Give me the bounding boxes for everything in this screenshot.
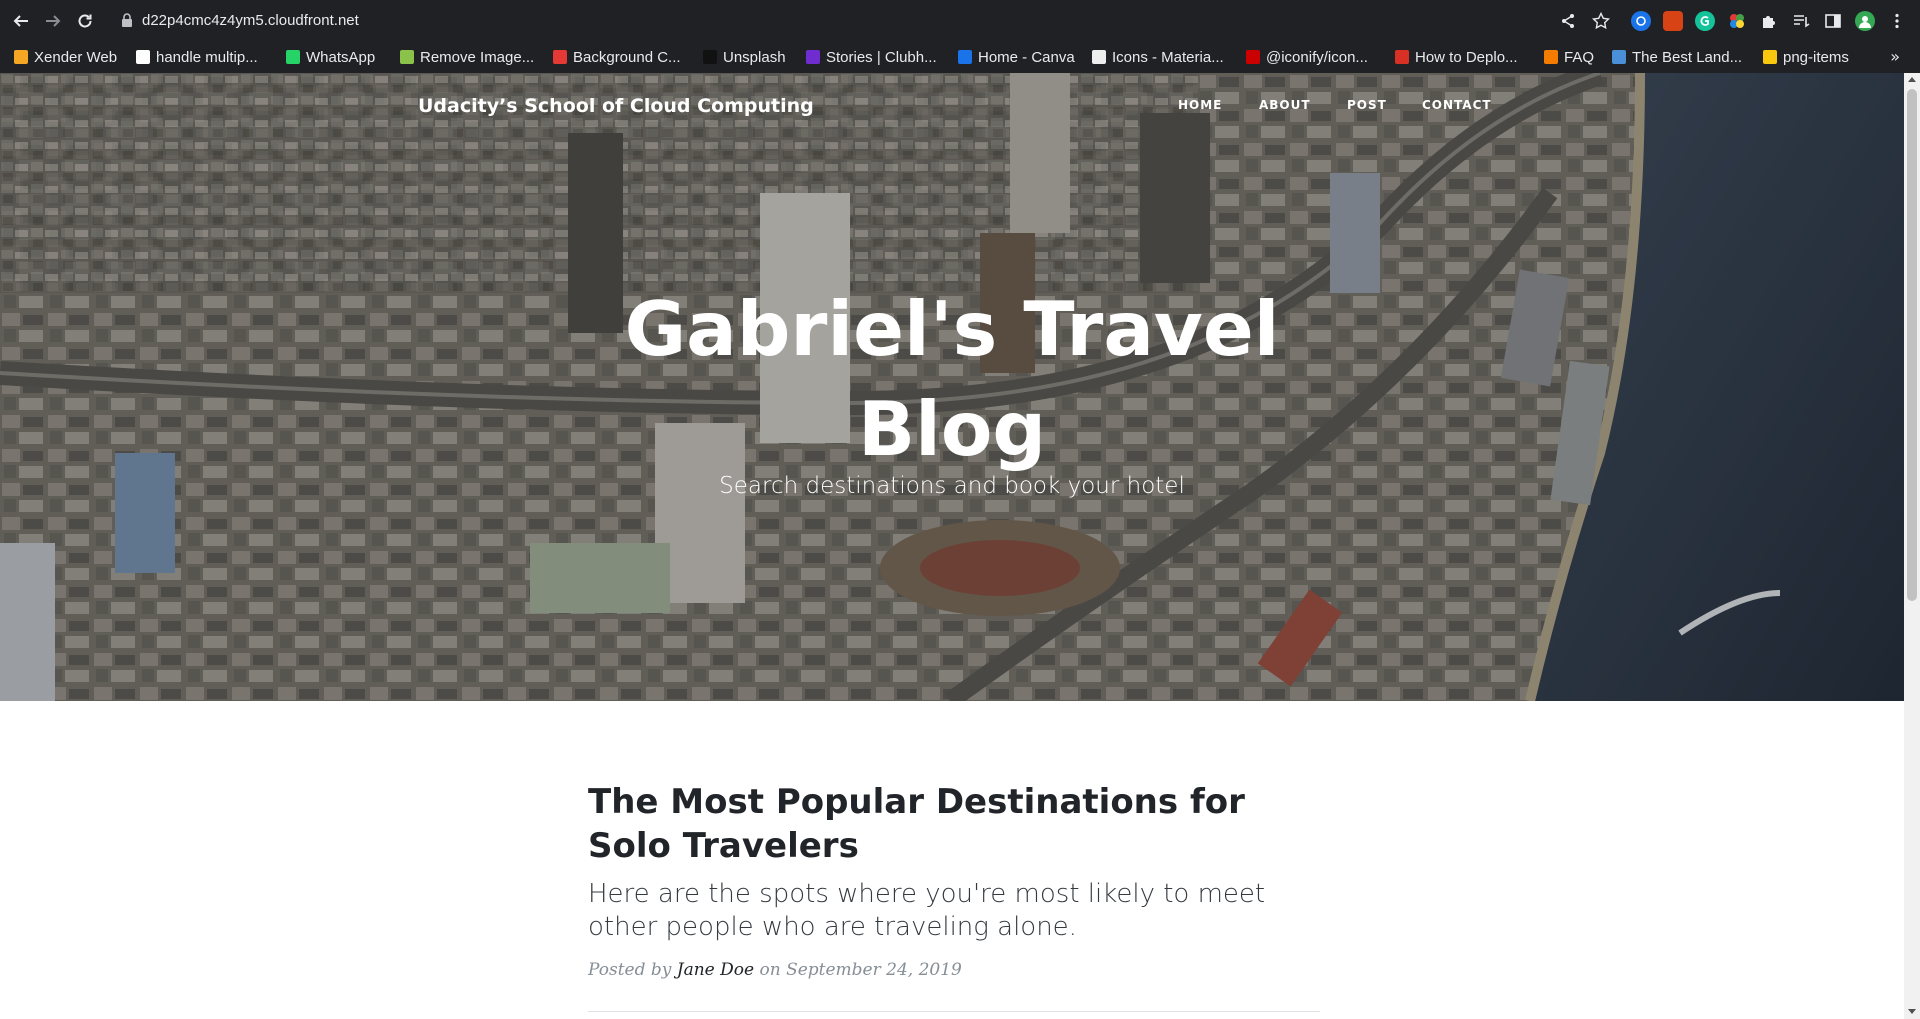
reload-button[interactable] [72, 8, 98, 34]
scroll-up-arrow-icon[interactable] [1908, 77, 1916, 82]
page-scrollbar[interactable] [1904, 73, 1920, 1019]
bookmark-label: Home - Canva [978, 48, 1075, 66]
bookmark-item[interactable]: Background C... [553, 41, 681, 73]
landing-icon [1612, 50, 1626, 64]
clubhouse-icon [806, 50, 820, 64]
canva-icon [958, 50, 972, 64]
bookmark-item[interactable]: handle multip... [136, 41, 258, 73]
bookmark-label: WhatsApp [306, 48, 376, 66]
browser-toolbar: d22p4cmc4z4ym5.cloudfront.net [0, 0, 1920, 41]
nav-link-contact[interactable]: CONTACT [1422, 98, 1492, 112]
bookmark-label: How to Deplo... [1415, 48, 1518, 66]
lock-icon [122, 13, 132, 27]
post-author-link[interactable]: Jane Doe [677, 960, 754, 980]
extensions-puzzle-icon[interactable] [1759, 11, 1779, 31]
grammarly-icon[interactable] [1695, 11, 1715, 31]
post-date: September 24, 2019 [786, 960, 962, 980]
side-panel-icon[interactable] [1823, 11, 1843, 31]
bookmark-label: Icons - Materia... [1112, 48, 1224, 66]
bookmark-item[interactable]: Stories | Clubh... [806, 41, 937, 73]
bookmark-label: Unsplash [723, 48, 786, 66]
material-icon [1092, 50, 1106, 64]
bookmarks-bar: » Xender Web handle multip... WhatsApp Remo… [0, 41, 1920, 73]
address-bar[interactable]: d22p4cmc4z4ym5.cloudfront.net [112, 5, 1572, 36]
profile-avatar-icon[interactable] [1855, 11, 1875, 31]
reload-icon [78, 14, 92, 28]
whatsapp-icon [286, 50, 300, 64]
post-divider [588, 1011, 1320, 1012]
nav-link-post[interactable]: POST [1347, 98, 1387, 112]
bookmark-label: Remove Image... [420, 48, 535, 66]
post-meta: Posted by Jane Doe on September 24, 2019 [588, 960, 1320, 980]
bookmark-label: handle multip... [156, 48, 258, 66]
png-items-icon [1763, 50, 1777, 64]
bookmark-label: png-items [1783, 48, 1849, 66]
bookmark-item[interactable]: Home - Canva [958, 41, 1075, 73]
unsplash-icon [703, 50, 717, 64]
npm-icon [1246, 50, 1260, 64]
hero-title-line-1: Gabriel's Travel [624, 285, 1280, 373]
url-text: d22p4cmc4z4ym5.cloudfront.net [142, 12, 359, 29]
bookmark-label: Stories | Clubh... [826, 48, 937, 66]
bookmark-label: Background C... [573, 48, 681, 66]
bookmark-label: Xender Web [34, 48, 118, 66]
bookmarks-overflow-icon[interactable]: » [1890, 47, 1900, 66]
color-picker-icon[interactable] [1727, 11, 1747, 31]
back-button[interactable] [8, 8, 34, 34]
google-icon [136, 50, 150, 64]
pen-icon [1395, 50, 1409, 64]
post-meta-on: on [759, 960, 781, 980]
bookmark-item[interactable]: @iconify/icon... [1246, 41, 1368, 73]
scrollbar-thumb[interactable] [1907, 89, 1917, 601]
bookmark-item[interactable]: Remove Image... [400, 41, 534, 73]
browser-chrome: d22p4cmc4z4ym5.cloudfront.net » Xender W… [0, 0, 1920, 73]
hero-subtitle: Search destinations and book your hotel [719, 473, 1185, 499]
bookmark-item[interactable]: png-items [1763, 41, 1849, 73]
hero-header: Udacity’s School of Cloud Computing HOME… [0, 73, 1904, 701]
extension-fox-icon[interactable] [1663, 11, 1683, 31]
bookmark-item[interactable]: The Best Land... [1612, 41, 1742, 73]
post-meta-prefix: Posted by [588, 960, 672, 980]
post-preview: The Most Popular Destinations for Solo T… [588, 780, 1320, 980]
share-icon[interactable] [1558, 11, 1578, 31]
bookmark-item[interactable]: Xender Web [14, 41, 117, 73]
reading-list-icon[interactable] [1791, 11, 1811, 31]
bookmark-item[interactable]: Unsplash [703, 41, 786, 73]
bookmark-item[interactable]: How to Deplo... [1395, 41, 1518, 73]
bookmark-label: FAQ [1564, 48, 1595, 66]
hero-title: Gabriel's Travel Blog [552, 279, 1352, 479]
nav-link-about[interactable]: ABOUT [1259, 98, 1311, 112]
bookmark-item[interactable]: WhatsApp [286, 41, 375, 73]
xender-icon [14, 50, 28, 64]
bookmark-label: The Best Land... [1632, 48, 1743, 66]
post-title-link[interactable]: The Most Popular Destinations for Solo T… [588, 780, 1320, 868]
site-brand-link[interactable]: Udacity’s School of Cloud Computing [418, 95, 814, 117]
nav-link-home[interactable]: HOME [1178, 98, 1222, 112]
background-changer-icon [553, 50, 567, 64]
extension-at-icon[interactable] [1631, 11, 1651, 31]
bookmark-item[interactable]: Icons - Materia... [1092, 41, 1224, 73]
scroll-down-arrow-icon[interactable] [1908, 1009, 1916, 1014]
remove-bg-icon [400, 50, 414, 64]
forward-button[interactable] [40, 8, 66, 34]
faq-icon [1544, 50, 1558, 64]
forward-arrow-icon [46, 15, 61, 27]
bookmark-star-icon[interactable] [1591, 11, 1611, 31]
post-subtitle-link[interactable]: Here are the spots where you're most lik… [588, 878, 1320, 944]
hero-title-line-2: Blog [857, 385, 1047, 473]
menu-kebab-icon[interactable] [1887, 11, 1907, 31]
back-arrow-icon [13, 15, 28, 27]
bookmark-item[interactable]: FAQ [1544, 41, 1594, 73]
bookmark-label: @iconify/icon... [1266, 48, 1368, 66]
